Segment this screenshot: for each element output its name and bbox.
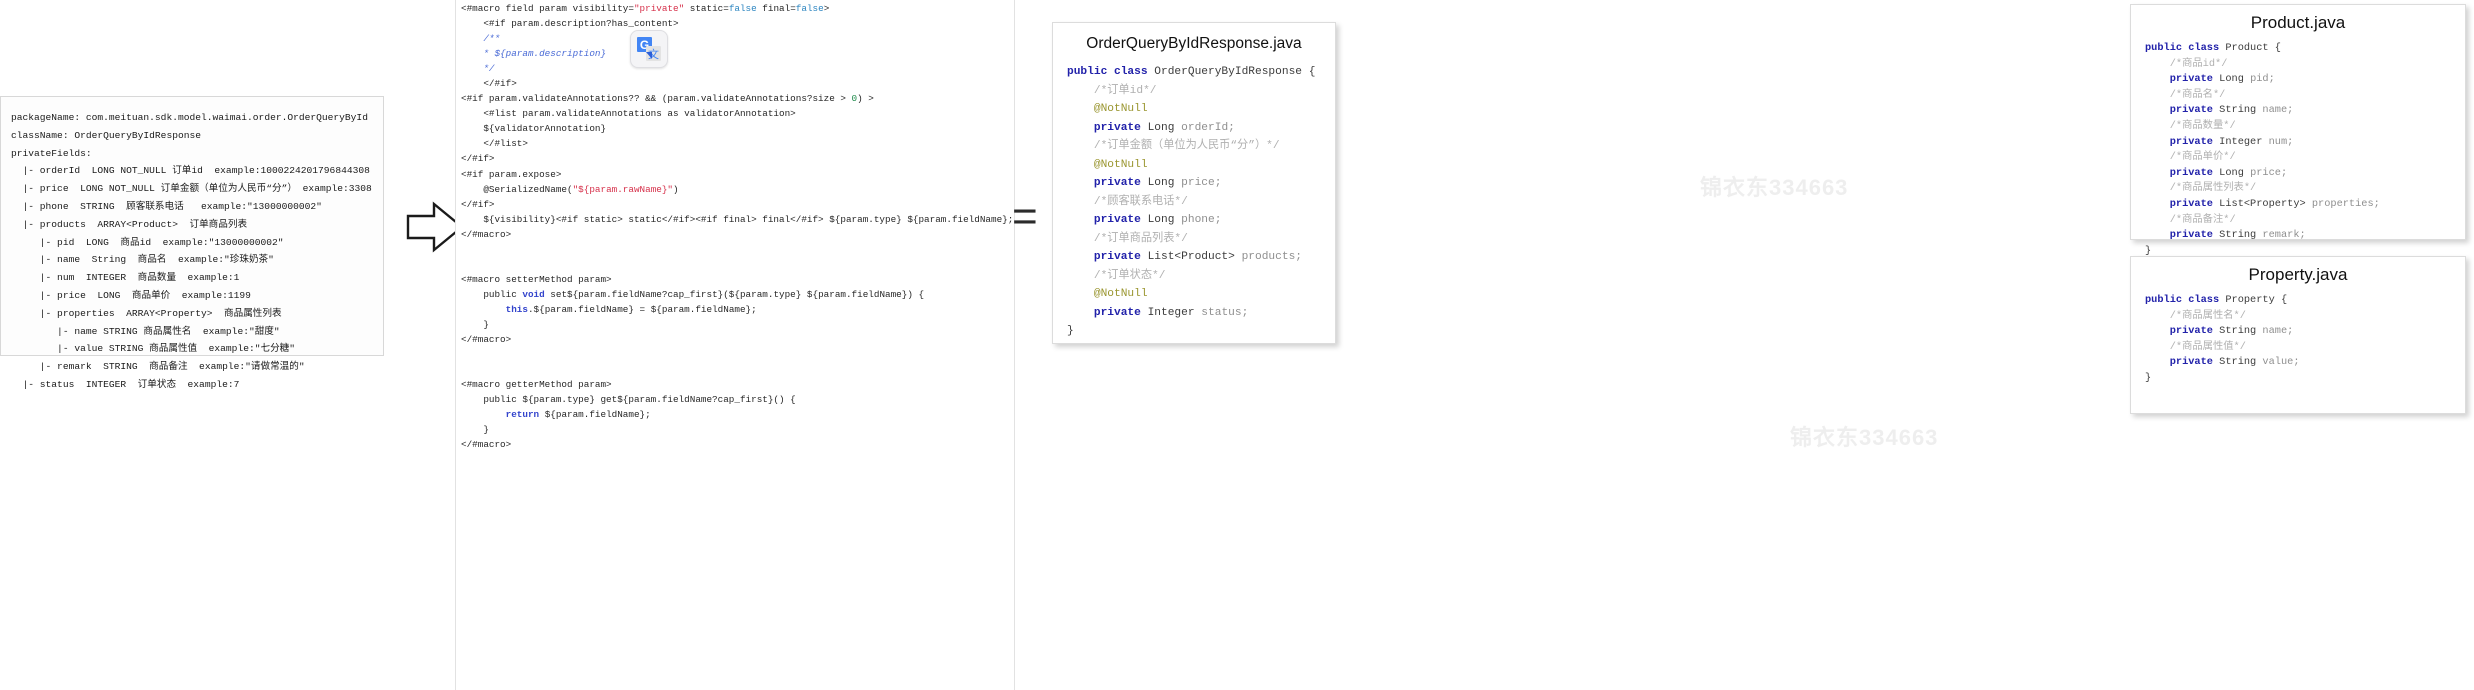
- watermark-text: 锦衣东334663: [1790, 425, 1939, 450]
- freemarker-template-panel: <#macro field param visibility="private"…: [455, 0, 1015, 690]
- java-card-order-query-by-id-response: OrderQueryByIdResponse.java public class…: [1052, 22, 1336, 344]
- schema-definition-text: packageName: com.meituan.sdk.model.waima…: [11, 112, 372, 390]
- java-card-product: Product.java public class Product { /*商品…: [2130, 4, 2466, 257]
- card-code: public class Property { /*商品属性名*/ privat…: [2145, 294, 2300, 384]
- schema-definition-panel: packageName: com.meituan.sdk.model.waima…: [0, 96, 384, 390]
- watermark-text: 锦衣东334663: [1700, 175, 1849, 200]
- google-translate-icon[interactable]: G 文: [630, 30, 668, 68]
- java-card-property: Property.java public class Property { /*…: [2130, 256, 2466, 414]
- card-code: public class Product { /*商品id*/ private …: [2145, 42, 2380, 257]
- card-code: public class OrderQueryByIdResponse { /*…: [1067, 66, 1316, 337]
- card-title: OrderQueryByIdResponse.java: [1086, 35, 1302, 52]
- freemarker-template-code: <#macro field param visibility="private"…: [461, 3, 1014, 451]
- equals-sign: =: [1012, 192, 1038, 241]
- card-title: Product.java: [2250, 13, 2346, 32]
- card-title: Property.java: [2248, 265, 2348, 284]
